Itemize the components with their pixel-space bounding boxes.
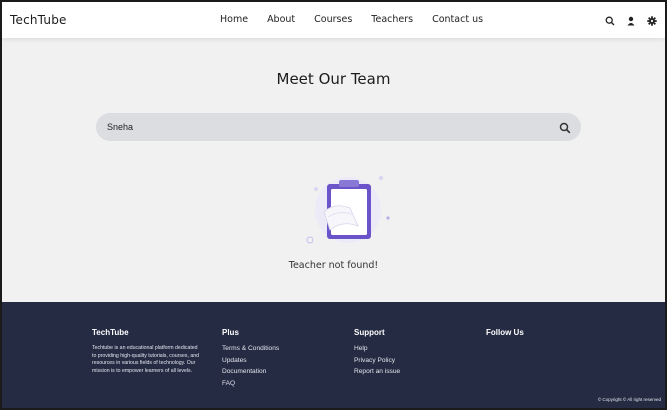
settings-icon[interactable]: [647, 13, 657, 26]
site-logo[interactable]: TechTube: [10, 13, 67, 27]
footer-link-report-issue[interactable]: Report an issue: [354, 368, 400, 375]
footer-about: TechTube Techtube is an educational plat…: [92, 328, 202, 375]
nav-courses[interactable]: Courses: [314, 14, 352, 25]
nav-home[interactable]: Home: [220, 14, 248, 25]
site-footer: TechTube Techtube is an educational plat…: [2, 302, 665, 408]
copyright-text: © Copyright © All right reserved: [597, 397, 661, 402]
footer-link-documentation[interactable]: Documentation: [222, 368, 279, 375]
footer-plus-heading: Plus: [222, 328, 239, 337]
search-input[interactable]: [107, 120, 547, 134]
teacher-search-bar: [96, 113, 581, 141]
footer-description: Techtube is an educational platform dedi…: [92, 345, 199, 374]
footer-follow-heading: Follow Us: [486, 328, 524, 337]
main-nav: Home About Courses Teachers Contact us: [220, 14, 502, 25]
empty-state-message: Teacher not found!: [288, 260, 379, 271]
nav-teachers[interactable]: Teachers: [371, 14, 413, 25]
search-icon[interactable]: [605, 13, 615, 26]
footer-plus: Plus Terms & Conditions Updates Document…: [222, 328, 279, 391]
header-tools: [605, 13, 657, 26]
search-icon[interactable]: [559, 121, 571, 134]
footer-support-heading: Support: [354, 328, 385, 337]
footer-link-terms[interactable]: Terms & Conditions: [222, 345, 279, 352]
clipboard-illustration-icon: [302, 172, 394, 252]
footer-link-faq[interactable]: FAQ: [222, 380, 279, 387]
app-frame: TechTube Home About Courses Teachers Con…: [0, 0, 667, 410]
top-navbar: TechTube Home About Courses Teachers Con…: [2, 2, 665, 38]
nav-about[interactable]: About: [267, 14, 295, 25]
user-icon[interactable]: [626, 13, 636, 26]
footer-link-help[interactable]: Help: [354, 345, 400, 352]
nav-contact-us[interactable]: Contact us: [432, 14, 483, 25]
footer-link-privacy[interactable]: Privacy Policy: [354, 357, 400, 364]
footer-support: Support Help Privacy Policy Report an is…: [354, 328, 400, 380]
footer-follow: Follow Us: [486, 328, 524, 345]
footer-brand: TechTube: [92, 328, 129, 337]
page-title: Meet Our Team: [276, 70, 391, 88]
footer-link-updates[interactable]: Updates: [222, 357, 279, 364]
